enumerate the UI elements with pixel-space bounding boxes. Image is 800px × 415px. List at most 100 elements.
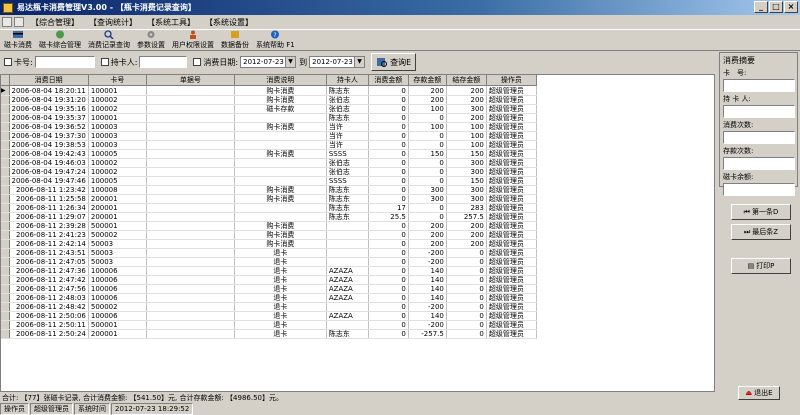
row-indicator[interactable] xyxy=(1,329,10,339)
col-holder[interactable]: 持卡人 xyxy=(326,75,369,86)
date-from-select[interactable]: 2012-07-23 ▼ xyxy=(240,56,297,68)
table-row[interactable]: 2006-08-04 19:35:16 100002 磁卡存款 张伯志 0 100 300 超… xyxy=(1,104,537,114)
table-cell xyxy=(326,230,369,240)
row-indicator[interactable] xyxy=(1,113,10,123)
table-row[interactable]: 2006-08-04 19:31:20 100002 购卡消费 张伯志 0 200 200 超… xyxy=(1,95,537,105)
minimize-button[interactable]: _ xyxy=(754,1,768,13)
table-row[interactable]: 2006-08-11 2:42:14 50003 购卡消费 0 200 200 超级管理员 xyxy=(1,239,537,249)
row-indicator[interactable] xyxy=(1,212,10,222)
table-row[interactable]: 2006-08-11 2:50:06 100006 退卡 AZAZA 0 140 0 超级管理… xyxy=(1,311,537,321)
card-manage-button[interactable]: 磁卡综合管理 xyxy=(39,30,81,50)
table-row[interactable]: 2006-08-04 19:37:30 100003 当许 0 0 100 超级管理员 xyxy=(1,131,537,141)
row-indicator[interactable] xyxy=(1,302,10,312)
col-balance[interactable]: 结存金额 xyxy=(446,75,487,86)
row-indicator[interactable] xyxy=(1,239,10,249)
menu-query[interactable]: 【查询统计】 xyxy=(84,17,142,28)
date-to-select[interactable]: 2012-07-23 ▼ xyxy=(309,56,366,68)
table-cell: 超级管理员 xyxy=(486,311,537,321)
card-input[interactable] xyxy=(34,56,95,68)
col-bill[interactable]: 单据号 xyxy=(146,75,235,86)
row-indicator[interactable] xyxy=(1,203,10,213)
table-row[interactable]: 2006-08-04 19:35:37 100001 陈志东 0 0 200 超级管理员 xyxy=(1,113,537,123)
last-record-button[interactable]: ⏭ 最后条Z xyxy=(731,224,791,240)
col-card[interactable]: 卡号 xyxy=(88,75,147,86)
table-cell: 超级管理员 xyxy=(486,302,537,312)
table-row[interactable]: 2006-08-11 2:47:05 50003 退卡 0 -200 0 超级管理员 xyxy=(1,257,537,267)
date-checkbox[interactable] xyxy=(193,58,202,66)
table-row[interactable]: 2006-08-11 1:23:42 100008 购卡消费 陈志东 0 300 300 超级… xyxy=(1,185,537,195)
row-indicator[interactable] xyxy=(1,311,10,321)
card-checkbox[interactable] xyxy=(4,58,12,66)
row-indicator[interactable] xyxy=(1,257,10,267)
table-row[interactable]: 2006-08-04 19:47:46 100005 SSSS 0 0 150 超级管理员 xyxy=(1,176,537,186)
close-button[interactable]: × xyxy=(784,1,798,13)
table-row[interactable]: 2006-08-11 1:26:34 200001 陈志东 17 0 283 超级管理员 xyxy=(1,203,537,213)
row-indicator[interactable] xyxy=(1,266,10,276)
app-menu-icon[interactable] xyxy=(2,17,12,27)
menu-settings[interactable]: 【系统设置】 xyxy=(200,17,258,28)
help-button[interactable]: ? 系统帮助 F1 xyxy=(256,30,295,50)
window-menu-icon[interactable] xyxy=(14,17,24,27)
query-button[interactable]: 查询E xyxy=(371,53,417,71)
table-row[interactable]: 2006-08-11 2:50:11 500001 退卡 0 -200 0 超级管理员 xyxy=(1,320,537,330)
holder-input[interactable] xyxy=(139,56,188,68)
table-row[interactable]: 2006-08-11 2:47:56 100006 退卡 AZAZA 0 140 0 超级管理… xyxy=(1,284,537,294)
table-row[interactable]: 2006-08-11 2:48:42 500002 退卡 0 -200 0 超级管理员 xyxy=(1,302,537,312)
row-indicator[interactable] xyxy=(1,230,10,240)
table-row[interactable]: 2006-08-04 19:42:43 100005 购卡消费 SSSS 0 150 150… xyxy=(1,149,537,159)
row-indicator[interactable] xyxy=(1,104,10,114)
table-row[interactable]: 2006-08-04 19:38:53 100003 当许 0 0 100 超级管理员 xyxy=(1,140,537,150)
row-indicator[interactable] xyxy=(1,85,10,96)
row-indicator[interactable] xyxy=(1,149,10,159)
exit-button[interactable]: ⏏ 退出E xyxy=(738,386,780,400)
row-indicator[interactable] xyxy=(1,320,10,330)
menu-general[interactable]: 【综合管理】 xyxy=(26,17,84,28)
param-settings-button[interactable]: 参数设置 xyxy=(137,30,165,50)
table-cell: 0 xyxy=(368,158,409,168)
data-backup-button[interactable]: 数据备份 xyxy=(221,30,249,50)
print-button[interactable]: ▤ 打印P xyxy=(731,258,791,274)
row-indicator[interactable] xyxy=(1,122,10,132)
row-indicator[interactable] xyxy=(1,131,10,141)
row-indicator[interactable] xyxy=(1,248,10,258)
table-row[interactable]: 2006-08-11 1:29:07 200001 陈志东 25.5 0 257.5 超级管… xyxy=(1,212,537,222)
record-query-button[interactable]: 消费记录查询 xyxy=(88,30,130,50)
row-indicator[interactable] xyxy=(1,194,10,204)
row-indicator[interactable] xyxy=(1,275,10,285)
table-row[interactable]: 2006-08-11 1:25:58 200001 购卡消费 陈志东 0 300 300 超级… xyxy=(1,194,537,204)
table-row[interactable]: 2006-08-04 19:46:03 100002 张伯志 0 0 300 超级管理员 xyxy=(1,158,537,168)
col-desc[interactable]: 消费说明 xyxy=(234,75,327,86)
card-consume-button[interactable]: 磁卡消费 xyxy=(4,30,32,50)
row-indicator[interactable] xyxy=(1,185,10,195)
table-row[interactable]: 2006-08-11 2:50:24 200001 退卡 陈志东 0 -257.5 0 超级管… xyxy=(1,329,537,339)
table-row[interactable]: 2006-08-11 2:47:42 100006 退卡 AZAZA 0 140 0 超级管理… xyxy=(1,275,537,285)
menu-tools[interactable]: 【系统工具】 xyxy=(142,17,200,28)
row-indicator[interactable] xyxy=(1,158,10,168)
table-row[interactable]: 2006-08-11 2:43:51 50003 退卡 0 -200 0 超级管理员 xyxy=(1,248,537,258)
row-indicator[interactable] xyxy=(1,284,10,294)
table-row[interactable]: 2006-08-11 2:48:03 100006 退卡 AZAZA 0 140 0 超级管理… xyxy=(1,293,537,303)
holder-checkbox[interactable] xyxy=(100,58,109,66)
row-indicator[interactable] xyxy=(1,221,10,231)
row-indicator[interactable] xyxy=(1,176,10,186)
row-indicator[interactable] xyxy=(1,95,10,105)
col-operator[interactable]: 操作员 xyxy=(486,75,537,86)
maximize-button[interactable]: □ xyxy=(769,1,783,13)
user-permission-button[interactable]: 用户权限设置 xyxy=(172,30,214,50)
first-record-button[interactable]: ⏮ 第一条D xyxy=(731,204,791,220)
col-deposit[interactable]: 存款金额 xyxy=(408,75,447,86)
table-row[interactable]: 2006-08-04 19:47:24 100002 张伯志 0 0 300 超级管理员 xyxy=(1,167,537,177)
table-row[interactable]: 2006-08-04 18:20:11100001购卡消费陈志东0200200超… xyxy=(1,85,537,96)
col-date[interactable]: 消费日期 xyxy=(9,75,89,86)
row-indicator[interactable] xyxy=(1,293,10,303)
table-row[interactable]: 2006-08-04 19:36:52 100003 购卡消费 当许 0 100 100 超级… xyxy=(1,122,537,132)
row-indicator[interactable] xyxy=(1,167,10,177)
table-row[interactable]: 2006-08-11 2:41:23 500002 购卡消费 0 200 200 超级管理员 xyxy=(1,230,537,240)
table-row[interactable]: 2006-08-11 2:39:28 500001 购卡消费 0 200 200 超级管理员 xyxy=(1,221,537,231)
records-grid[interactable]: 消费日期 卡号 单据号 消费说明 持卡人 消费金额 存款金额 结存金额 操作员 … xyxy=(0,74,715,392)
table-cell: 购卡消费 xyxy=(234,194,327,204)
row-indicator[interactable] xyxy=(1,140,10,150)
table-cell: 陈志东 xyxy=(326,85,369,96)
col-consume[interactable]: 消费金额 xyxy=(368,75,409,86)
table-row[interactable]: 2006-08-11 2:47:36 100006 退卡 AZAZA 0 140 0 超级管理… xyxy=(1,266,537,276)
